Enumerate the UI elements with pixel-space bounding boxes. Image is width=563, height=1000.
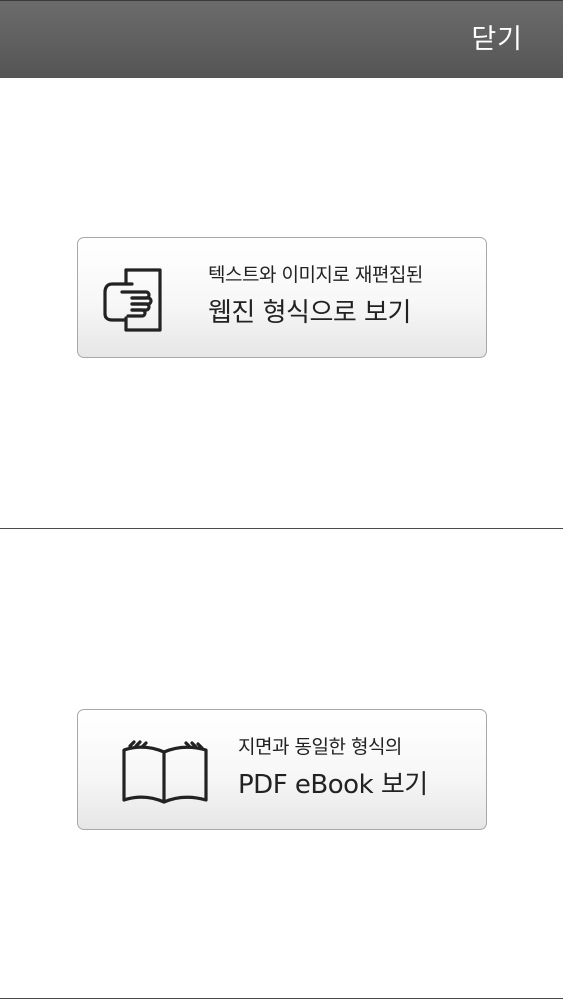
pdf-description: 지면과 동일한 형식의 <box>238 736 402 758</box>
webzine-view-button[interactable]: 텍스트와 이미지로 재편집된 웹진 형식으로 보기 <box>77 237 487 358</box>
open-book-icon <box>122 740 208 804</box>
bottom-divider <box>0 998 563 999</box>
pdf-ebook-view-button[interactable]: 지면과 동일한 형식의 PDF eBook 보기 <box>77 709 487 830</box>
close-button[interactable]: 닫기 <box>471 23 523 57</box>
webzine-button-text: 텍스트와 이미지로 재편집된 웹진 형식으로 보기 <box>208 262 423 330</box>
pdf-button-text: 지면과 동일한 형식의 PDF eBook 보기 <box>238 734 428 802</box>
top-bar: 닫기 <box>0 0 563 78</box>
webzine-description: 텍스트와 이미지로 재편집된 <box>208 264 423 286</box>
hand-document-icon <box>103 268 162 332</box>
webzine-title: 웹진 형식으로 보기 <box>208 298 411 328</box>
pdf-title: PDF eBook 보기 <box>238 770 428 800</box>
